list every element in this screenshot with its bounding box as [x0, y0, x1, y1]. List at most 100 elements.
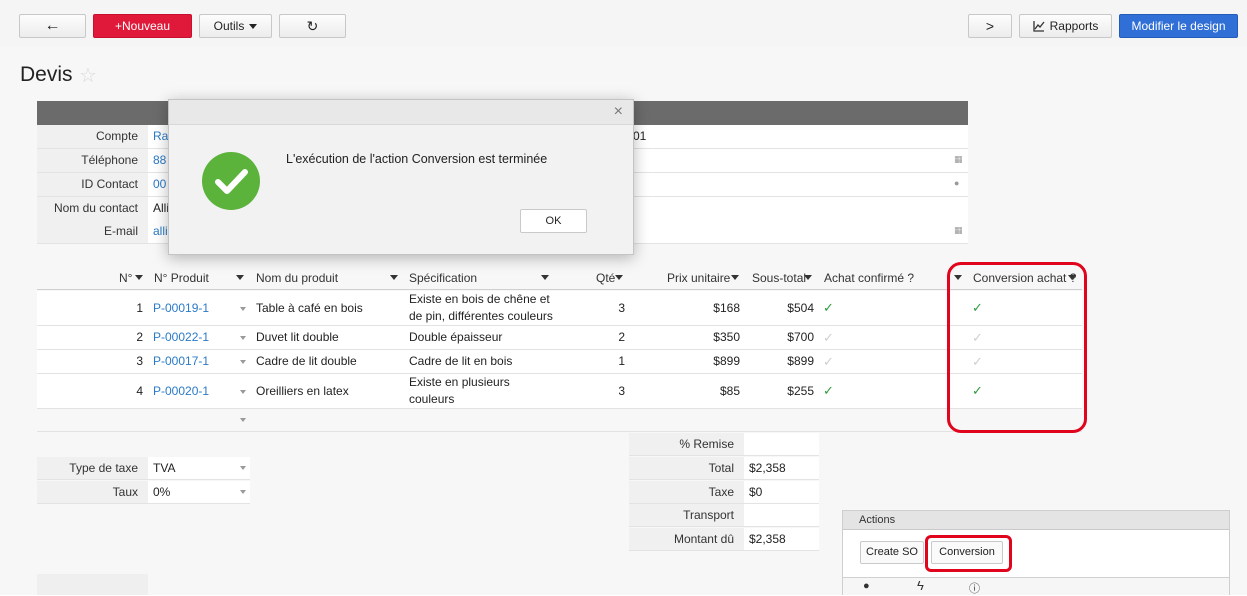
- sort-caret-icon[interactable]: [731, 275, 739, 280]
- caret-down-icon[interactable]: [240, 466, 246, 470]
- totals-row-amount-due: Montant dû $2,358: [629, 528, 819, 551]
- sort-caret-icon[interactable]: [541, 275, 549, 280]
- arrow-left-icon: ←: [44, 17, 61, 34]
- specification-line: couleurs: [409, 392, 455, 406]
- sort-caret-icon[interactable]: [135, 275, 143, 280]
- tools-dropdown[interactable]: Outils: [199, 14, 272, 38]
- new-button[interactable]: +Nouveau: [93, 14, 192, 38]
- column-header-unit-price[interactable]: Prix unitaire: [667, 267, 730, 290]
- highlight-conversion-column: [947, 262, 1087, 433]
- totals-label: Total: [629, 457, 744, 479]
- info-icon[interactable]: ⓘ: [969, 580, 980, 596]
- totals-value: $0: [749, 485, 763, 499]
- field-label: ID Contact: [37, 173, 148, 196]
- specification-line: Existe en plusieurs: [409, 375, 510, 389]
- caret-down-icon[interactable]: [240, 336, 246, 340]
- row-number: 1: [136, 301, 143, 315]
- row-number: 4: [136, 384, 143, 398]
- create-so-button[interactable]: Create SO: [860, 541, 924, 564]
- check-icon: ✓: [823, 330, 834, 345]
- calendar-icon[interactable]: ▦: [954, 226, 963, 235]
- calendar-icon[interactable]: ▦: [954, 155, 963, 164]
- field-extra: 01: [633, 129, 647, 143]
- caret-down-icon[interactable]: [240, 490, 246, 494]
- reports-button[interactable]: Rapports: [1019, 14, 1112, 38]
- close-icon[interactable]: ×: [614, 103, 623, 121]
- refresh-button[interactable]: ↻: [279, 14, 346, 38]
- new-button-label: +Nouveau: [114, 19, 171, 33]
- table-row: 1 P-00019-1 Table à café en bois Existe …: [37, 291, 1082, 326]
- star-icon[interactable]: ☆: [79, 66, 97, 86]
- back-button[interactable]: ←: [19, 14, 86, 38]
- unit-price-value: $899: [713, 354, 740, 368]
- person-icon[interactable]: ●: [954, 179, 962, 188]
- product-name: Duvet lit double: [256, 330, 339, 344]
- next-record-button[interactable]: >: [968, 14, 1012, 38]
- column-header-subtotal[interactable]: Sous-total: [752, 267, 806, 290]
- lightning-icon[interactable]: ϟ: [917, 578, 924, 593]
- sort-caret-icon[interactable]: [615, 275, 623, 280]
- caret-down-icon[interactable]: [240, 390, 246, 394]
- tax-rate-label: Taux: [37, 481, 148, 503]
- product-id-link[interactable]: P-00017-1: [153, 353, 209, 370]
- field-label: Nom du contact: [37, 197, 148, 220]
- edit-design-label: Modifier le design: [1131, 19, 1226, 33]
- column-header-quantity[interactable]: Qté: [596, 267, 615, 290]
- check-icon: ✓: [823, 354, 834, 369]
- totals-label: Montant dû: [629, 528, 744, 550]
- totals-value: $2,358: [749, 461, 786, 475]
- tools-label: Outils: [213, 19, 245, 33]
- subtotal-value: $899: [787, 354, 814, 368]
- column-header-specification[interactable]: Spécification: [409, 267, 477, 290]
- new-row[interactable]: [37, 409, 1082, 432]
- quantity-value: 3: [618, 301, 625, 315]
- reports-label: Rapports: [1049, 19, 1099, 33]
- product-name: Table à café en bois: [256, 301, 363, 315]
- caret-down-icon[interactable]: [240, 360, 246, 364]
- account-link[interactable]: Ra: [153, 125, 168, 148]
- table-row: 3 P-00017-1 Cadre de lit double Cadre de…: [37, 350, 1082, 374]
- caret-down-icon[interactable]: [240, 307, 246, 311]
- unit-price-value: $85: [719, 384, 740, 398]
- table-row: 2 P-00022-1 Duvet lit double Double épai…: [37, 326, 1082, 350]
- totals-label: % Remise: [629, 433, 744, 455]
- page-title: Devis: [20, 63, 73, 86]
- contact-name-value: Alli: [153, 201, 170, 215]
- totals-row-shipping: Transport: [629, 504, 819, 527]
- refresh-icon: ↻: [306, 17, 319, 34]
- comment-icon[interactable]: ●: [863, 580, 870, 592]
- chart-icon: [1032, 20, 1045, 32]
- totals-label: Taxe: [629, 481, 744, 503]
- contact-id-link[interactable]: 00: [153, 173, 166, 196]
- sort-caret-icon[interactable]: [236, 275, 244, 280]
- specification-line: Existe en bois de chêne et: [409, 292, 550, 306]
- column-header-product-id[interactable]: N° Produit: [154, 267, 209, 290]
- chevron-right-icon: >: [985, 18, 995, 34]
- tax-type-select[interactable]: TVA: [153, 457, 175, 479]
- tax-rate-select[interactable]: 0%: [153, 481, 170, 503]
- column-header-purchase-confirmed[interactable]: Achat confirmé ?: [824, 267, 914, 290]
- row-number: 3: [136, 354, 143, 368]
- column-header-number[interactable]: N°: [119, 267, 132, 290]
- product-id-link[interactable]: P-00020-1: [153, 383, 209, 400]
- column-header-product-name[interactable]: Nom du produit: [256, 267, 338, 290]
- check-icon: ✓: [823, 383, 834, 398]
- edit-design-button[interactable]: Modifier le design: [1119, 14, 1238, 38]
- product-id-link[interactable]: P-00019-1: [153, 300, 209, 317]
- phone-link[interactable]: 88: [153, 149, 166, 172]
- sort-caret-icon[interactable]: [390, 275, 398, 280]
- email-link[interactable]: alli: [153, 220, 168, 243]
- sort-caret-icon[interactable]: [804, 275, 812, 280]
- product-name: Oreilliers en latex: [256, 384, 349, 398]
- caret-down-icon[interactable]: [240, 418, 246, 422]
- product-id-link[interactable]: P-00022-1: [153, 329, 209, 346]
- success-check-icon: [202, 152, 260, 210]
- highlight-conversion-button: [925, 535, 1012, 572]
- dialog-message: L'exécution de l'action Conversion est t…: [286, 152, 548, 166]
- field-label: E-mail: [37, 220, 148, 243]
- totals-row-tax: Taxe $0: [629, 481, 819, 504]
- ok-button[interactable]: OK: [520, 209, 587, 233]
- specification-line: Double épaisseur: [409, 330, 503, 344]
- specification-line: Cadre de lit en bois: [409, 354, 513, 368]
- tax-type-row: Type de taxe TVA: [37, 457, 250, 480]
